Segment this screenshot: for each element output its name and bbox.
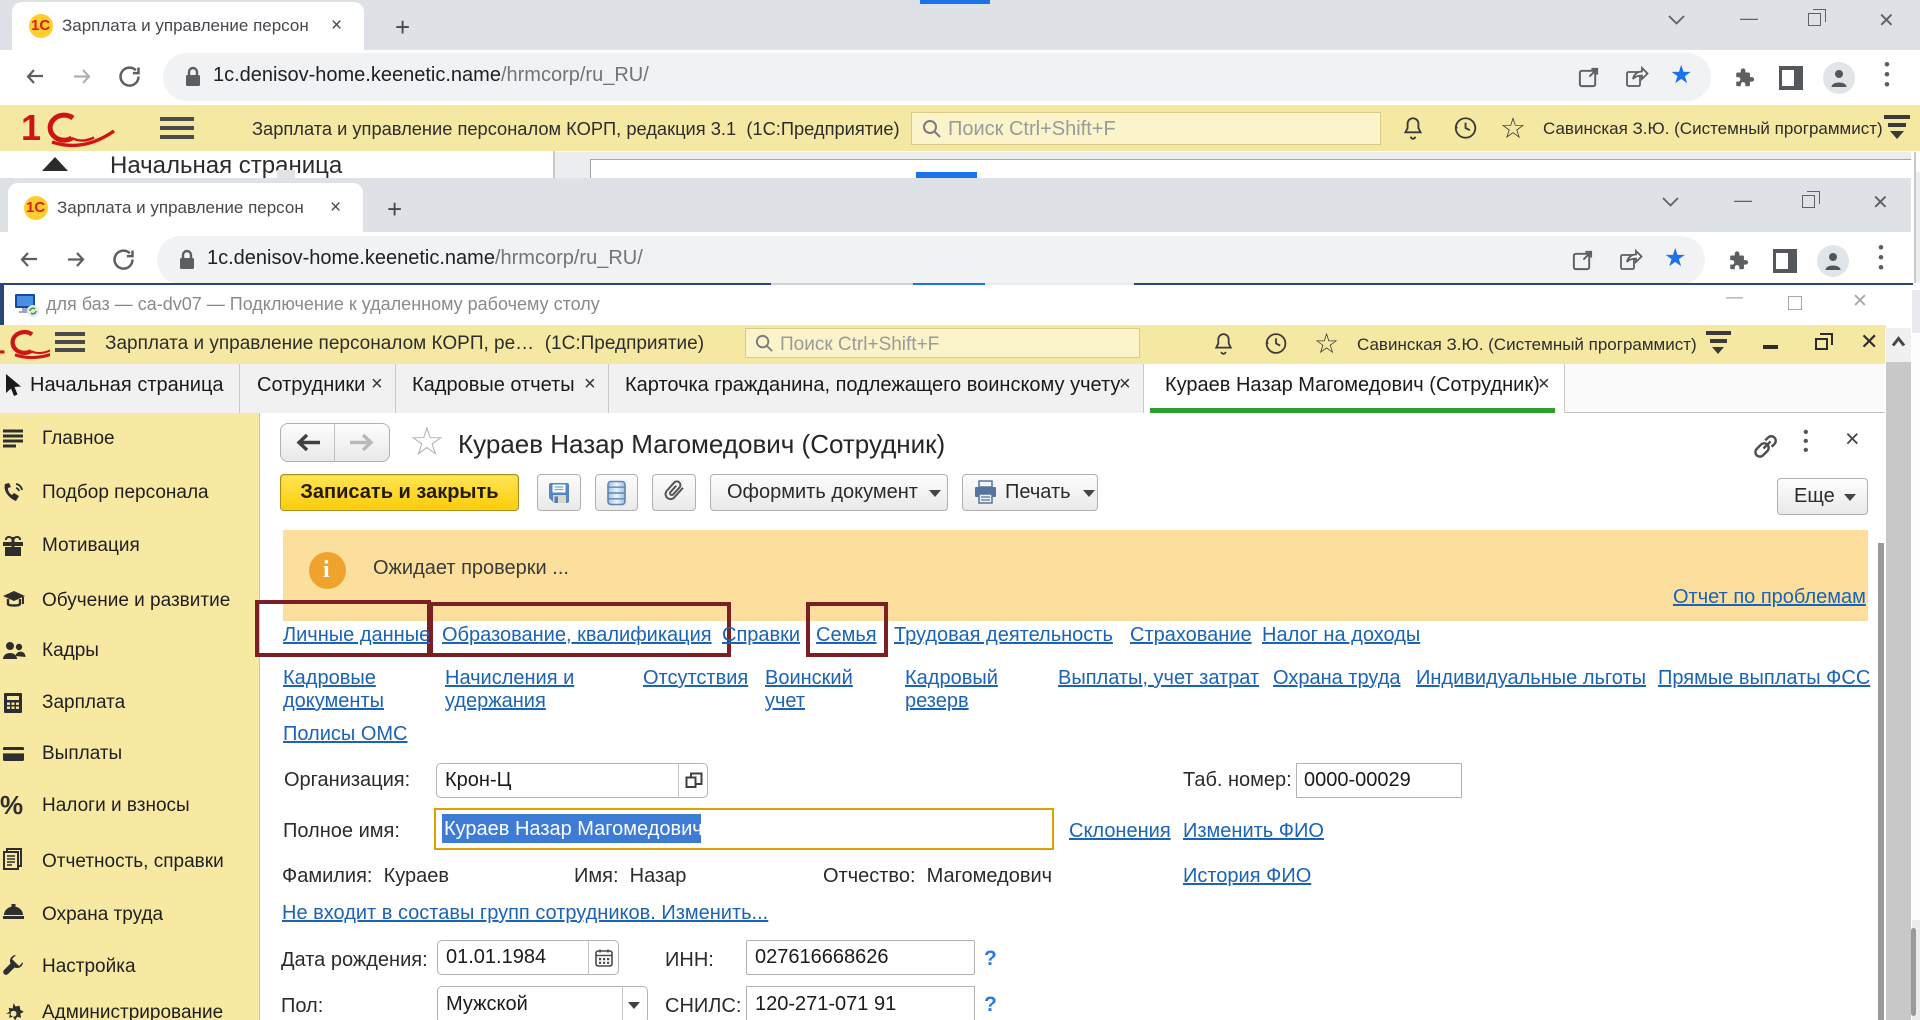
svg-text:1: 1: [21, 108, 41, 148]
svg-text:1: 1: [0, 327, 5, 360]
